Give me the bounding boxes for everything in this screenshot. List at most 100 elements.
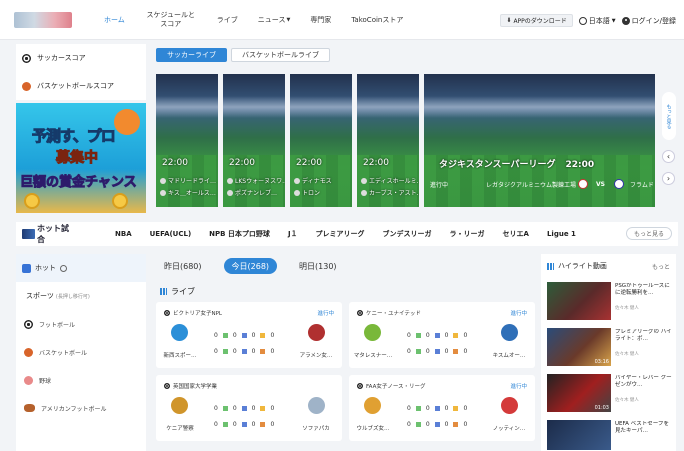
league-bar: ホット試合 NBA UEFA(UCL) NPB 日本プロ野球 J１ プレミアリー… <box>16 222 678 246</box>
league-bundesliga[interactable]: ブンデスリーガ <box>374 229 441 239</box>
league-premier[interactable]: プレミアリーグ <box>307 229 374 239</box>
tab-tomorrow[interactable]: 明日(130) <box>291 258 345 274</box>
hot-icon <box>22 263 31 273</box>
match-status: 進行中 <box>430 181 449 189</box>
match-status: 進行中 <box>317 311 334 317</box>
highlight-item[interactable]: PSGがトゥールーズにに逆転勝利を… 佐々木 健人 <box>547 282 672 320</box>
highlight-item[interactable]: 03:16 プレミアリーグの ハイライト：ボ… 佐々木 健人 <box>547 328 672 366</box>
video-thumbnail <box>547 420 611 450</box>
live-card[interactable]: 22:00 ディナモス トロン <box>290 74 352 207</box>
away-crest-icon <box>614 179 624 189</box>
match-card[interactable]: ケニー・ユナイテッド 進行中 0000 0000 マタレスナー… キスムオー… <box>349 302 535 368</box>
basketball-icon <box>22 81 31 91</box>
nav-experts[interactable]: 専門家 <box>300 0 341 40</box>
away-team: カーブス・アスト… <box>361 188 419 197</box>
nav-schedule[interactable]: スケジュールと スコア <box>135 0 207 40</box>
away-crest-icon <box>308 324 325 341</box>
away-crest-icon <box>501 324 518 341</box>
home-team: マドリードライ… <box>160 176 216 185</box>
score-row-away: 0000 <box>407 421 468 428</box>
match-card[interactable]: FAA女子ノース・リーグ 進行中 0000 0000 ウルブズ女… ノッティン… <box>349 375 535 441</box>
download-icon: ⬇ <box>506 17 512 24</box>
login-link[interactable]: ログイン/登録 <box>621 16 676 26</box>
home-team: レガタジクアルミニウム製錬工場 <box>486 181 576 189</box>
live-card[interactable]: 22:00 LKSウォーヌスワ… ポズナンレブ… <box>223 74 285 207</box>
away-team: ソファパカ <box>302 426 330 432</box>
live-card[interactable]: 22:00 マドリードライ… キス＿オールス… <box>156 74 218 207</box>
tab-yesterday[interactable]: 昨日(680) <box>156 258 210 274</box>
video-thumbnail: 03:16 <box>547 328 611 366</box>
league-laliga[interactable]: ラ・リーガ <box>441 229 494 239</box>
user-icon <box>621 16 630 25</box>
sidebar-item-basketball-score[interactable]: バスケットボールスコア <box>16 72 146 100</box>
match-status: 進行中 <box>510 384 527 390</box>
home-team: マタレスナー… <box>353 353 393 359</box>
league-seriea[interactable]: セリエA <box>494 229 538 239</box>
match-time: 22:00 <box>565 160 595 170</box>
header-actions: ⬇ APPのダウンロード 日本語 ▼ ログイン/登録 <box>500 14 676 27</box>
tab-basketball-live[interactable]: バスケットボールライブ <box>231 48 330 62</box>
match-league: ケニー・ユナイテッド <box>357 309 421 317</box>
coin-icon <box>24 193 40 209</box>
highlight-item[interactable]: UEFA ベストセーブを見たキーパ… <box>547 420 672 450</box>
home-crest-icon <box>171 324 188 341</box>
score-row-home: 0000 <box>214 332 275 339</box>
home-team: ディナモス <box>294 176 332 185</box>
tab-today[interactable]: 今日(268) <box>223 258 278 274</box>
live-card[interactable]: 22:00 エディスホールミ… カーブス・アスト… <box>357 74 419 207</box>
sidebar-item-baseball[interactable]: 野球 <box>16 366 146 394</box>
match-time: 22:00 <box>363 158 389 168</box>
nav-live[interactable]: ライブ <box>207 0 248 40</box>
tab-soccer-live[interactable]: サッカーライブ <box>156 48 227 62</box>
league-more-button[interactable]: もっと見る <box>625 227 672 240</box>
signal-bars-icon <box>160 288 167 295</box>
highlight-item[interactable]: 01:03 バイヤー・レバー クーゼンがウ… 佐々木 健人 <box>547 374 672 412</box>
site-logo[interactable] <box>14 12 72 28</box>
match-card[interactable]: ビクトリア女子NPL 進行中 0000 0000 新西スポー… アラメン女… <box>156 302 342 368</box>
language-selector[interactable]: 日本語 ▼ <box>578 16 616 26</box>
home-team: 新西スポー… <box>163 353 197 359</box>
sidebar-item-american-football[interactable]: アメリカンフットボール <box>16 394 146 422</box>
home-team: エディスホールミ… <box>361 176 419 185</box>
league-ucl[interactable]: UEFA(UCL) <box>141 230 201 238</box>
live-sport-tabs: サッカーライブ バスケットボールライブ <box>156 48 330 62</box>
featured-live-card[interactable]: タジキスタンスーパーリーグ 22:00 進行中 レガタジクアルミニウム製錬工場 V… <box>424 74 655 207</box>
sidebar-item-hot[interactable]: ホット <box>16 254 146 282</box>
score-row-home: 0000 <box>214 405 275 412</box>
caret-down-icon: ▼ <box>611 17 616 24</box>
video-thumbnail: 01:03 <box>547 374 611 412</box>
promo-banner[interactable]: 予測す、プロ 募集中 巨額の賞金チャンス <box>16 103 146 213</box>
highlight-more-link[interactable]: もっと <box>652 262 670 271</box>
sidebar-item-basketball[interactable]: バスケットボール <box>16 338 146 366</box>
team-logo-icon <box>294 177 300 184</box>
featured-league: タジキスタンスーパーリーグ 22:00 <box>439 160 595 170</box>
match-league: ビクトリア女子NPL <box>164 309 222 317</box>
match-league: FAA女子ノース・リーグ <box>357 382 426 390</box>
away-crest-icon <box>501 397 518 414</box>
banner-line-2: 募集中 <box>56 150 99 167</box>
sidebar-item-soccer-score[interactable]: サッカースコア <box>16 44 146 72</box>
match-card[interactable]: 英国国家大学学業 0000 0000 ケニア警察 ソファパカ <box>156 375 342 441</box>
carousel-prev-button[interactable]: ‹ <box>662 150 675 163</box>
league-j1[interactable]: J１ <box>279 229 307 239</box>
score-row-home: 0000 <box>407 332 468 339</box>
more-rail[interactable]: もっと見る <box>662 92 676 140</box>
carousel-next-button[interactable]: › <box>662 172 675 185</box>
info-icon <box>60 264 67 272</box>
league-nba[interactable]: NBA <box>106 230 141 238</box>
away-team: ポズナンレブ… <box>227 188 277 197</box>
nav-news[interactable]: ニュース ▼ <box>248 0 301 40</box>
app-download-button[interactable]: ⬇ APPのダウンロード <box>500 14 573 27</box>
soccer-ball-icon <box>357 383 363 389</box>
match-time: 22:00 <box>296 158 322 168</box>
sidebar-item-football[interactable]: フットボール <box>16 310 146 338</box>
nav-home[interactable]: ホーム <box>94 0 135 40</box>
away-crest-icon <box>308 397 325 414</box>
nav-store[interactable]: TakoCoinストア <box>341 0 413 40</box>
basketball-icon <box>24 347 33 357</box>
globe-icon <box>578 16 587 25</box>
league-npb[interactable]: NPB 日本プロ野球 <box>200 229 279 239</box>
league-ligue1[interactable]: Ligue 1 <box>538 230 585 238</box>
match-time: 22:00 <box>162 158 188 168</box>
day-tabs: 昨日(680) 今日(268) 明日(130) <box>156 258 345 274</box>
